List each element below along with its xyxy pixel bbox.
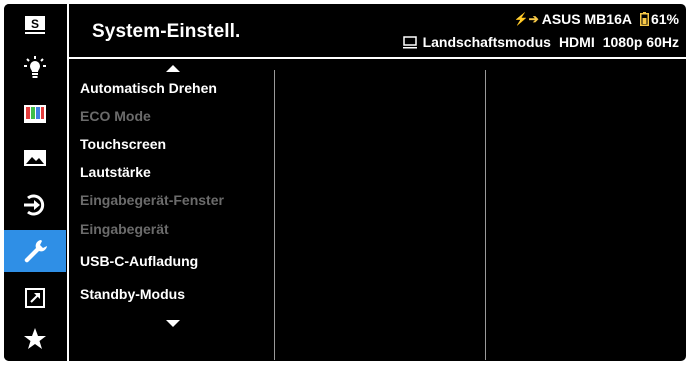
image-icon <box>23 148 47 168</box>
color-bars-icon <box>23 104 47 124</box>
menu-item-usb-c-charging[interactable]: USB-C-Aufladung <box>80 253 198 269</box>
status-line-signal: Landschaftsmodus HDMI 1080p 60Hz <box>402 34 679 50</box>
menu-item-input-device: Eingabegerät <box>80 221 169 237</box>
resolution: 1080p 60Hz <box>602 34 679 50</box>
scroll-up-arrow-icon[interactable] <box>166 65 180 72</box>
column-divider-1 <box>274 70 275 360</box>
s-splendid-icon: S <box>24 15 46 35</box>
column-divider-2 <box>485 70 486 360</box>
wrench-icon <box>22 238 48 264</box>
sidebar-item-image[interactable] <box>4 140 66 176</box>
star-icon <box>23 327 47 351</box>
sidebar-item-brightness[interactable] <box>4 51 66 87</box>
model-name: ASUS MB16A <box>541 11 632 27</box>
menu-item-auto-rotate[interactable]: Automatisch Drehen <box>80 80 217 96</box>
battery-level: 61% <box>650 11 679 27</box>
status-line-device: ⚡➔ ASUS MB16A 61% <box>514 11 679 27</box>
sidebar: S <box>4 4 66 361</box>
menu-item-eco-mode: ECO Mode <box>80 108 151 124</box>
sidebar-item-system[interactable] <box>4 230 66 272</box>
header-divider <box>69 57 686 59</box>
input-select-icon <box>22 194 48 216</box>
brightness-icon <box>22 56 48 82</box>
charging-icon: ⚡➔ <box>513 12 539 26</box>
battery-icon <box>639 12 649 26</box>
sidebar-item-color[interactable] <box>4 96 66 132</box>
sidebar-item-input[interactable] <box>4 187 66 223</box>
menu-item-standby-mode[interactable]: Standby-Modus <box>80 286 185 302</box>
orientation-mode: Landschaftsmodus <box>422 34 551 50</box>
menu-item-touchscreen[interactable]: Touchscreen <box>80 136 166 152</box>
page-title: System-Einstell. <box>92 21 241 42</box>
svg-text:S: S <box>31 17 39 31</box>
osd-menu: S System-Einstell. ⚡➔ ASUS MB16A 61% Lan… <box>4 4 686 361</box>
shortcut-arrow-icon <box>24 287 46 309</box>
input-source: HDMI <box>558 34 595 50</box>
menu-item-input-device-window: Eingabegerät-Fenster <box>80 192 224 208</box>
sidebar-item-splendid[interactable]: S <box>4 7 66 43</box>
landscape-icon <box>402 35 417 49</box>
scroll-down-arrow-icon[interactable] <box>166 320 180 327</box>
menu-item-volume[interactable]: Lautstärke <box>80 164 151 180</box>
sidebar-item-shortcut[interactable] <box>4 280 66 316</box>
sidebar-item-favorite[interactable] <box>4 321 66 357</box>
